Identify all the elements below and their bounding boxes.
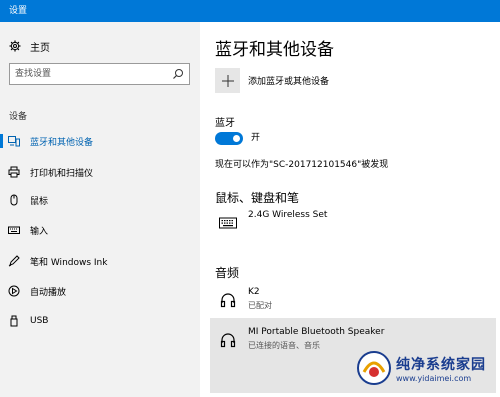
home-label: 主页: [30, 42, 50, 54]
watermark-url: www.yidaimei.com: [396, 373, 472, 383]
sidebar: 主页 设备 蓝牙和其他设备 打印机和扫描仪 鼠标 输入: [0, 22, 200, 397]
watermark-logo-icon: [357, 351, 391, 385]
autoplay-icon: [8, 285, 20, 297]
headphones-icon: [214, 286, 242, 314]
device-name: K2: [248, 287, 260, 297]
device-name: MI Portable Bluetooth Speaker: [248, 327, 385, 337]
add-device-button[interactable]: 添加蓝牙或其他设备: [215, 68, 329, 93]
plus-icon: [215, 68, 240, 93]
add-device-label: 添加蓝牙或其他设备: [248, 77, 330, 87]
bluetooth-devices-icon: [8, 135, 20, 147]
sidebar-item-typing[interactable]: 输入: [0, 219, 200, 241]
sidebar-item-usb[interactable]: USB: [0, 310, 200, 332]
device-status: 已配对: [248, 301, 272, 310]
device-wireless-set[interactable]: 2.4G Wireless Set: [210, 209, 496, 237]
device-k2[interactable]: K2 已配对: [210, 286, 496, 318]
title-bar: 设置: [0, 0, 500, 22]
search-box[interactable]: [9, 63, 190, 85]
printer-icon: [8, 166, 20, 178]
mouse-keyboard-pen-heading: 鼠标、键盘和笔: [215, 191, 300, 205]
sidebar-item-mouse[interactable]: 鼠标: [0, 189, 200, 211]
discoverable-text: 现在可以作为"SC-201712101546"被发现: [215, 160, 389, 170]
mouse-icon: [8, 194, 20, 206]
watermark-text: 纯净系统家园 www.yidaimei.com: [396, 354, 486, 383]
search-input[interactable]: [15, 67, 170, 81]
bluetooth-label: 蓝牙: [215, 118, 235, 129]
sidebar-item-label: 蓝牙和其他设备: [30, 137, 94, 148]
gear-icon: [9, 40, 21, 52]
sidebar-item-label: 输入: [30, 226, 49, 237]
keyboard-icon: [8, 224, 20, 236]
sidebar-item-printers[interactable]: 打印机和扫描仪: [0, 161, 200, 183]
sidebar-item-pen[interactable]: 笔和 Windows Ink: [0, 250, 200, 272]
watermark-title: 纯净系统家园: [396, 356, 486, 373]
bluetooth-toggle-state: 开: [251, 133, 261, 143]
sidebar-item-bluetooth[interactable]: 蓝牙和其他设备: [0, 130, 200, 152]
keyboard-device-icon: [214, 209, 242, 237]
device-text: K2 已配对: [248, 286, 272, 311]
sidebar-item-label: 自动播放: [30, 287, 67, 298]
section-label-devices: 设备: [9, 112, 28, 122]
main-panel: 蓝牙和其他设备 添加蓝牙或其他设备 蓝牙 开 现在可以作为"SC-2017121…: [200, 22, 500, 397]
bluetooth-toggle[interactable]: [215, 132, 243, 145]
sidebar-item-label: 打印机和扫描仪: [30, 168, 94, 179]
usb-icon: [8, 315, 20, 327]
search-icon[interactable]: [172, 68, 184, 80]
sidebar-item-label: USB: [30, 316, 49, 326]
window-title: 设置: [9, 6, 28, 16]
watermark: 纯净系统家园 www.yidaimei.com: [356, 345, 496, 391]
sidebar-item-label: 笔和 Windows Ink: [30, 257, 108, 268]
device-name: 2.4G Wireless Set: [248, 210, 328, 220]
page-title: 蓝牙和其他设备: [215, 40, 334, 60]
headphones-icon: [214, 326, 242, 354]
device-text: 2.4G Wireless Set: [248, 209, 327, 220]
toggle-knob: [233, 135, 240, 142]
sidebar-item-label: 鼠标: [30, 196, 49, 207]
pen-icon: [8, 255, 20, 267]
sidebar-item-autoplay[interactable]: 自动播放: [0, 280, 200, 302]
home-link[interactable]: 主页: [9, 38, 50, 54]
audio-heading: 音频: [215, 266, 240, 280]
